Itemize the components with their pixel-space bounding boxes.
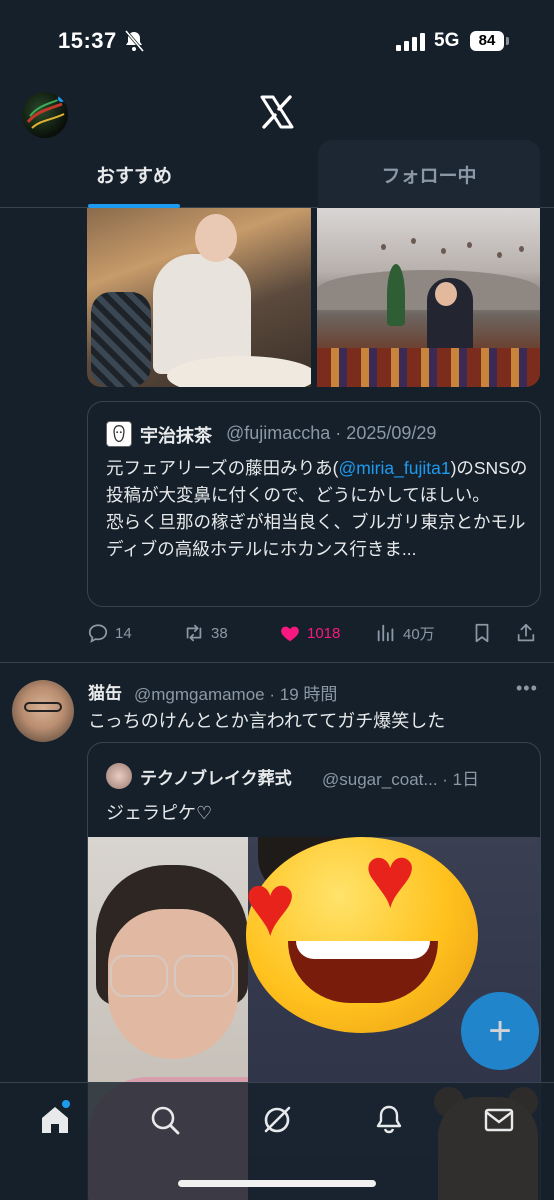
image-detail	[91, 292, 151, 387]
image-detail	[195, 214, 237, 262]
repost-button[interactable]: 38	[183, 618, 228, 648]
search-icon	[151, 1106, 180, 1135]
image-detail	[174, 955, 234, 997]
nav-home[interactable]	[38, 1100, 72, 1137]
repost-icon	[186, 624, 202, 642]
heart-icon	[281, 626, 299, 642]
nav-grok[interactable]	[260, 1103, 294, 1137]
status-time: 15:37	[58, 28, 117, 53]
quoted-author-name: テクノブレイク葬式	[140, 769, 292, 788]
share-icon	[517, 623, 535, 642]
nav-search[interactable]	[148, 1103, 182, 1137]
quoted-text-part: 恐らく旦那の稼ぎが相当良く、ブルガリ東京とかモルディブの高級ホテルにホカンス行き…	[106, 512, 526, 559]
repost-count: 38	[211, 624, 228, 642]
messages-icon	[484, 1108, 514, 1132]
image-detail	[387, 264, 405, 326]
battery-nub	[506, 37, 509, 45]
notifications-icon	[376, 1105, 402, 1134]
tab-following-label: フォロー中	[381, 165, 477, 187]
image-detail	[435, 282, 457, 306]
image-detail	[467, 242, 472, 248]
timeline-feed[interactable]: 宇治抹茶 @fujimaccha · 2025/09/29 元フェアリーズの藤田…	[0, 208, 554, 1200]
heart-shape: ♥	[244, 855, 297, 954]
share-button[interactable]	[515, 618, 543, 648]
home-indicator[interactable]	[178, 1180, 376, 1187]
quoted-author-handle: @sugar_coat... · 1日	[322, 770, 480, 789]
bookmark-icon	[475, 623, 489, 643]
quoted-post-text: ジェラピケ♡	[106, 803, 213, 823]
avatar-detail	[24, 702, 62, 712]
bell-slash-icon	[124, 30, 144, 52]
quoted-author-avatar	[106, 763, 132, 789]
views-button[interactable]: 40万	[375, 618, 435, 648]
signal-icon	[396, 33, 425, 51]
more-options-button[interactable]: •••	[516, 678, 538, 699]
bookmark-button[interactable]	[471, 618, 499, 648]
reply-button[interactable]: 14	[87, 618, 132, 648]
image-detail	[381, 244, 386, 250]
plus-icon: +	[488, 1009, 512, 1053]
my-avatar[interactable]	[22, 92, 68, 138]
home-icon	[42, 1107, 68, 1133]
image-detail	[110, 955, 168, 997]
heart-shape: ♥	[364, 837, 417, 926]
image-detail	[411, 238, 416, 244]
nav-messages[interactable]	[482, 1103, 516, 1137]
views-count: 40万	[403, 625, 435, 643]
post-image-cafe[interactable]	[87, 208, 311, 387]
quoted-post-text: 元フェアリーズの藤田みりあ(@miria_fujita1)のSNSの投稿が大変鼻…	[106, 455, 530, 563]
timeline-tabs: おすすめ フォロー中	[0, 140, 554, 208]
tab-active-indicator	[88, 204, 180, 208]
author-handle-time: @mgmgamamoe · 19 時間	[134, 685, 338, 704]
image-detail	[519, 246, 524, 252]
like-button[interactable]: 1018	[279, 618, 340, 648]
post-divider	[0, 662, 554, 663]
top-header: おすすめ フォロー中	[0, 80, 554, 208]
reply-icon	[88, 624, 108, 643]
like-count: 1018	[307, 624, 341, 642]
post-image-balloons[interactable]	[317, 208, 540, 387]
author-avatar[interactable]	[12, 680, 74, 742]
quoted-author-handle: @fujimaccha · 2025/09/29	[226, 423, 437, 443]
quoted-author-name: 宇治抹茶	[140, 426, 212, 446]
post-text: こっちのけんととか言われててガチ爆笑した	[88, 711, 446, 731]
x-logo-icon	[260, 95, 294, 129]
compose-button[interactable]: +	[461, 992, 539, 1070]
status-bar: 15:37 5G 84	[0, 0, 554, 80]
tab-recommended-label: おすすめ	[95, 165, 172, 187]
home-notification-dot	[62, 1100, 70, 1108]
quoted-text-part: 元フェアリーズの藤田みりあ(	[106, 458, 339, 478]
grok-icon	[264, 1106, 291, 1133]
battery-level: 84	[470, 31, 504, 51]
reply-count: 14	[115, 624, 132, 642]
tab-following[interactable]: フォロー中	[318, 140, 540, 208]
network-type: 5G	[434, 30, 460, 51]
post-action-bar: 14 38 1018 40万	[87, 618, 547, 648]
quoted-author-avatar	[106, 421, 132, 447]
nav-notifications[interactable]	[372, 1103, 406, 1137]
image-detail	[317, 348, 540, 387]
image-detail	[441, 248, 446, 254]
avatar-notification-dot	[57, 94, 66, 103]
views-icon	[377, 624, 394, 642]
image-detail	[497, 252, 502, 258]
author-name[interactable]: 猫缶	[88, 679, 122, 704]
quoted-post[interactable]: 宇治抹茶 @fujimaccha · 2025/09/29 元フェアリーズの藤田…	[87, 401, 541, 607]
mention-link[interactable]: @miria_fujita1	[338, 458, 450, 478]
tab-recommended[interactable]: おすすめ	[86, 140, 182, 208]
